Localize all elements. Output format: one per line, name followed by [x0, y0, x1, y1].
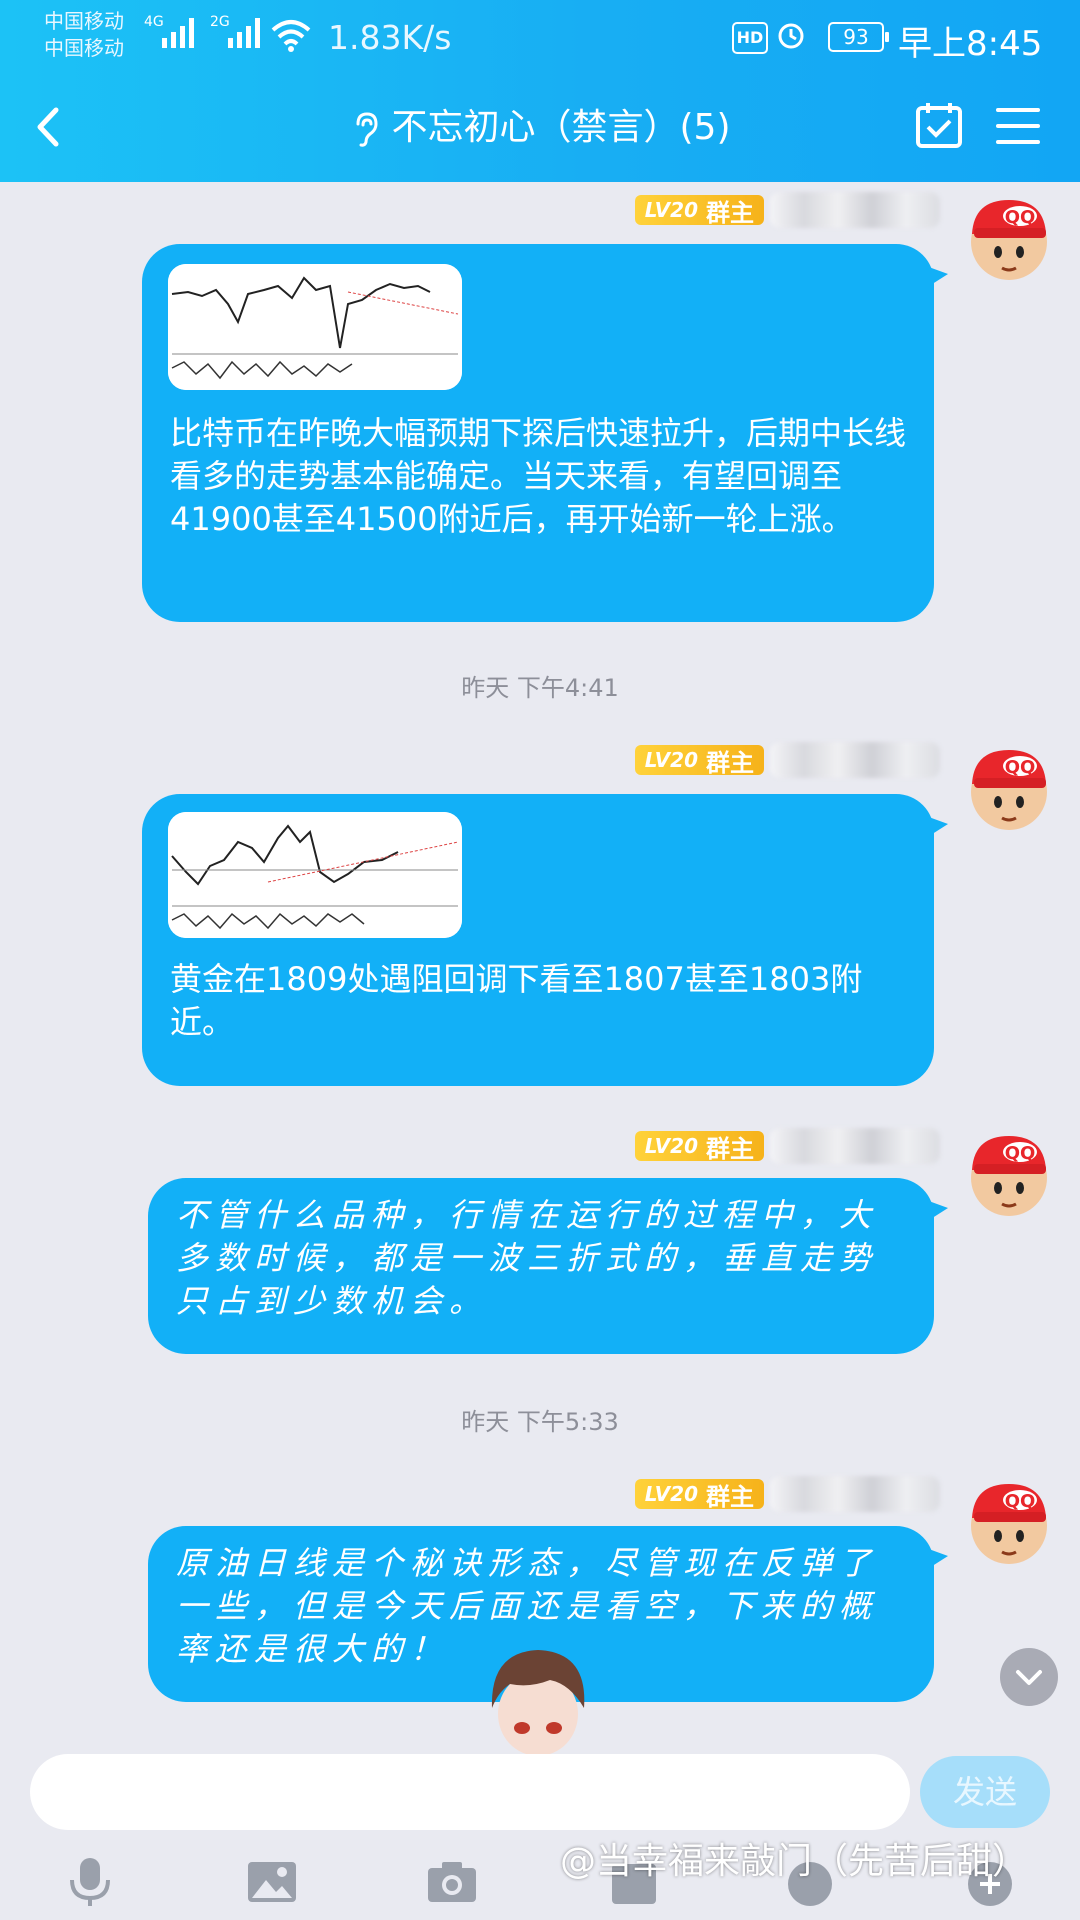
sim1-type: 4G [144, 14, 164, 30]
wifi-icon [271, 20, 311, 52]
signal-1-icon [162, 18, 194, 48]
svg-text:QQ: QQ [1005, 1143, 1036, 1164]
message-input[interactable] [30, 1754, 910, 1830]
battery-level: 93 [828, 22, 889, 52]
candlestick-chart-image [168, 264, 462, 390]
sender-name-blurred [770, 1128, 940, 1164]
camera-icon[interactable] [424, 1854, 480, 1910]
scroll-down-button[interactable] [1000, 1648, 1058, 1706]
message-text: 不管什么品种，行情在运行的过程中，大多数时候，都是一波三折式的，垂直走势只占到少… [176, 1196, 879, 1320]
microphone-icon[interactable] [62, 1854, 118, 1910]
level-badge: LV20 群主 [634, 745, 764, 777]
message-text: 黄金在1809处遇阻回调下看至1807甚至1803附近。 [170, 960, 863, 1041]
timestamp: 昨天 下午5:33 [461, 1408, 619, 1436]
svg-text:QQ: QQ [1005, 207, 1036, 228]
sim2-type: 2G [210, 14, 230, 30]
carrier-info: 中国移动 中国移动 [44, 8, 124, 62]
anime-character-sticker [491, 1650, 585, 1756]
message-bubble[interactable]: 黄金在1809处遇阻回调下看至1807甚至1803附近。 [142, 794, 948, 1086]
svg-text:QQ: QQ [1005, 1491, 1036, 1512]
sender-info: LV20 群主 [634, 1472, 940, 1516]
avatar[interactable]: QQ [968, 1130, 1050, 1218]
ear-icon [356, 112, 378, 147]
level-badge: LV20 群主 [634, 1479, 764, 1511]
message-bubble[interactable]: 比特币在昨晚大幅预期下探后快速拉升，后期中长线看多的走势基本能确定。当天来看，有… [142, 244, 948, 622]
chart-image-thumbnail[interactable] [168, 264, 462, 390]
image-icon[interactable] [244, 1854, 300, 1910]
chat-title-text: 不忘初心（禁言）(5) [391, 107, 731, 148]
sender-name-blurred [770, 192, 940, 228]
header: 中国移动 中国移动 4G 2G 1.83K/s HD 93 早上8:45 不忘初… [0, 0, 1080, 182]
level-badge: LV20 群主 [634, 195, 764, 227]
candlestick-chart-image [168, 812, 462, 938]
send-button[interactable]: 发送 [920, 1756, 1050, 1828]
svg-text:QQ: QQ [1005, 757, 1036, 778]
message-bubble[interactable]: 不管什么品种，行情在运行的过程中，大多数时候，都是一波三折式的，垂直走势只占到少… [148, 1178, 948, 1354]
clock: 早上8:45 [898, 24, 1043, 64]
carrier-1: 中国移动 [44, 9, 124, 33]
avatar[interactable]: QQ [968, 1478, 1050, 1566]
hd-badge: HD [732, 22, 768, 54]
calendar-check-icon[interactable] [914, 100, 964, 150]
message-text: 比特币在昨晚大幅预期下探后快速拉升，后期中长线看多的走势基本能确定。当天来看，有… [170, 414, 907, 538]
watermark: @当幸福来敲门（先苦后甜） [560, 1841, 1029, 1882]
status-bar: 中国移动 中国移动 4G 2G 1.83K/s HD 93 早上8:45 [0, 0, 1080, 78]
avatar[interactable]: QQ [968, 194, 1050, 282]
sender-info: LV20 群主 [634, 1124, 940, 1168]
alarm-icon [778, 23, 804, 49]
level-badge: LV20 群主 [634, 1131, 764, 1163]
avatar[interactable]: QQ [968, 744, 1050, 832]
sender-name-blurred [770, 1476, 940, 1512]
sender-info: LV20 群主 [634, 738, 940, 782]
chart-image-thumbnail[interactable] [168, 812, 462, 938]
chevron-down-icon [1016, 1670, 1042, 1685]
sender-name-blurred [770, 742, 940, 778]
carrier-2: 中国移动 [44, 36, 124, 60]
signal-2-icon [228, 18, 260, 48]
timestamp: 昨天 下午4:41 [461, 674, 619, 702]
hamburger-menu-icon[interactable] [996, 108, 1040, 148]
sender-info: LV20 群主 [634, 188, 940, 232]
network-speed: 1.83K/s [328, 18, 452, 57]
